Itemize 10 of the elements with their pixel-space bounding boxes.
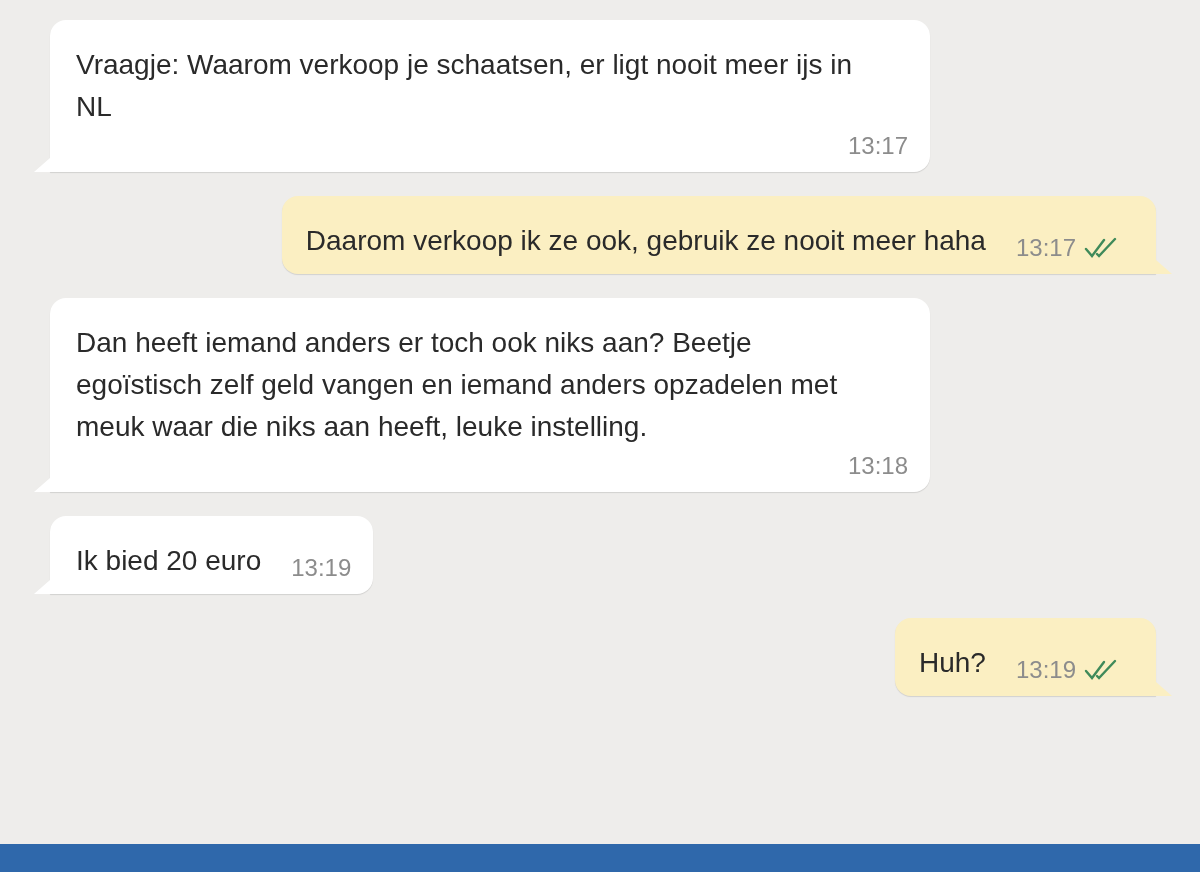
message-text: Vraagje: Waarom verkoop je schaatsen, er ligt nooit meer ijs in NL [76,48,854,124]
message-time: 13:17 [847,132,908,160]
message-time: 13:18 [847,452,908,480]
message-text: Huh? [919,646,986,680]
message-text: Dan heeft iemand anders er toch ook niks aan? Beetje egoïstisch zelf geld vangen en iemand anders opzadelen met meuk waar die niks aan heeft, leuke instelling. [76,326,839,444]
message-time: 13:19 [291,554,352,582]
message-time: 13:19 [1015,656,1076,684]
message-time: 13:17 [1015,234,1076,262]
message-text: Daarom verkoop ik ze ook, gebruik ze nooit meer haha [305,224,986,258]
message-text: Ik bied 20 euro [76,544,262,578]
